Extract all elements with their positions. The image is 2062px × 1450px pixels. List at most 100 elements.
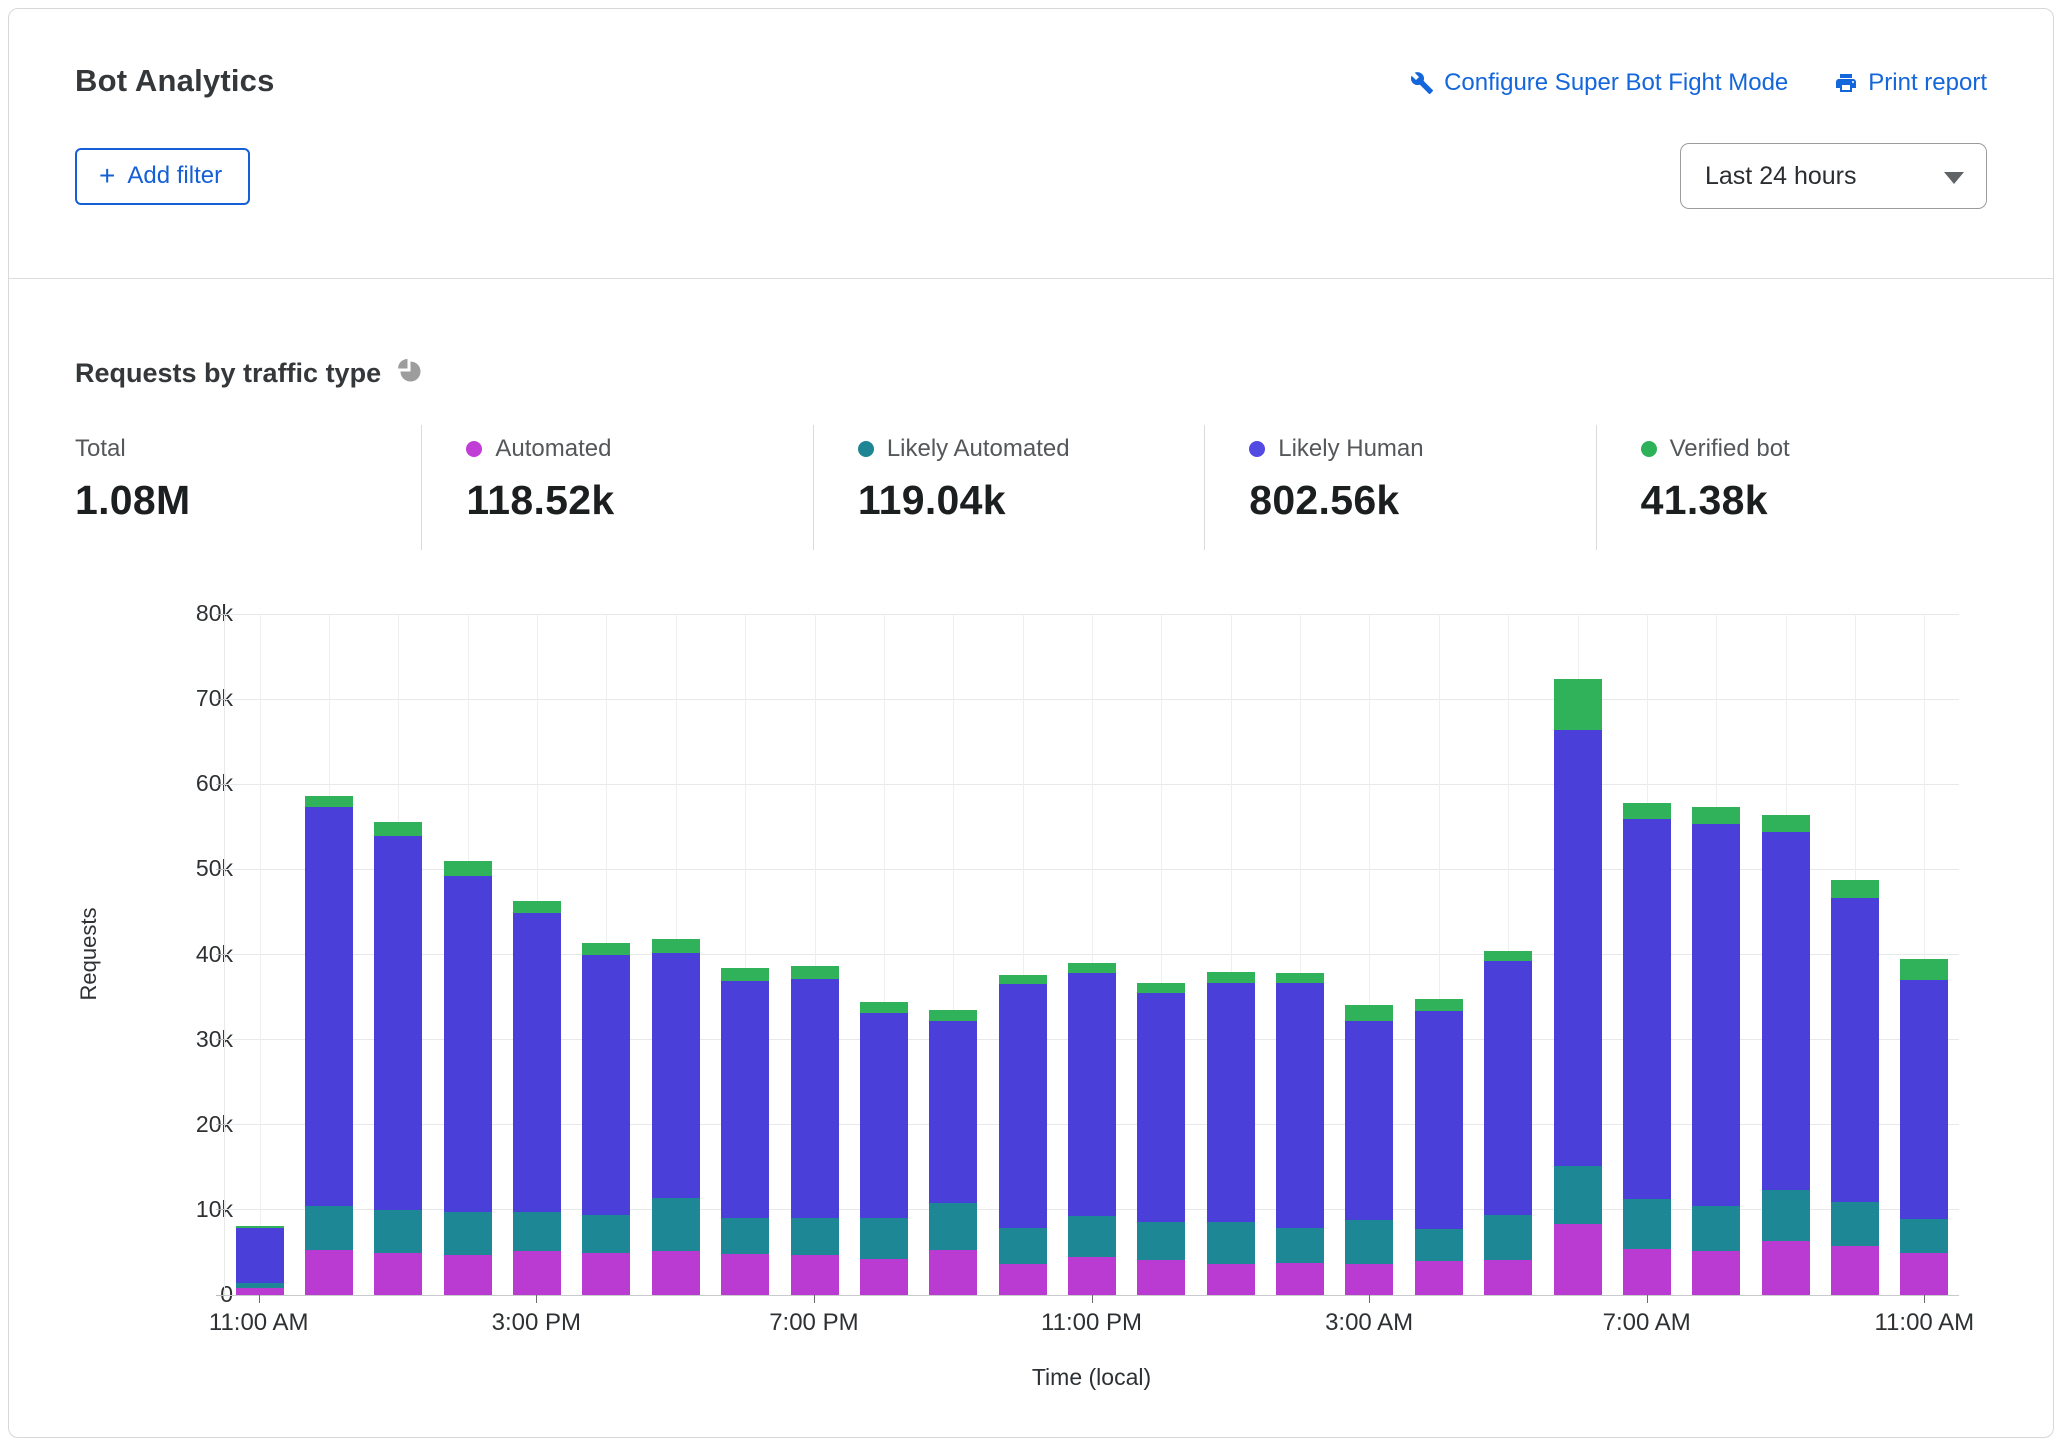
stacked-bar[interactable] [860,1002,908,1295]
bar-segment-likely-automated[interactable] [860,1218,908,1259]
bar-segment-verified-bot[interactable] [860,1002,908,1013]
bar-segment-likely-human[interactable] [1900,980,1948,1219]
bar-segment-likely-human[interactable] [1137,993,1185,1222]
bar-segment-automated[interactable] [374,1253,422,1295]
bar-segment-likely-automated[interactable] [1831,1202,1879,1245]
bar-segment-automated[interactable] [513,1251,561,1295]
bar-segment-likely-human[interactable] [1415,1011,1463,1229]
bar-segment-automated[interactable] [1276,1263,1324,1295]
bar-segment-automated[interactable] [1207,1264,1255,1295]
stacked-bar[interactable] [652,939,700,1295]
bar-segment-verified-bot[interactable] [1554,679,1602,730]
stacked-bar[interactable] [1415,999,1463,1295]
bar-segment-likely-human[interactable] [860,1013,908,1218]
bar-segment-likely-automated[interactable] [652,1198,700,1251]
stacked-bar[interactable] [305,796,353,1295]
bar-segment-automated[interactable] [1900,1253,1948,1295]
bar-segment-verified-bot[interactable] [1276,973,1324,983]
print-report-link[interactable]: Print report [1834,69,1987,97]
bar-segment-likely-automated[interactable] [1276,1228,1324,1263]
bar-segment-automated[interactable] [1137,1260,1185,1295]
bar-segment-automated[interactable] [305,1250,353,1295]
bar-segment-verified-bot[interactable] [1900,959,1948,980]
stacked-bar[interactable] [999,975,1047,1295]
stacked-bar[interactable] [1345,1005,1393,1295]
bar-segment-verified-bot[interactable] [721,968,769,981]
bar-segment-likely-automated[interactable] [582,1215,630,1253]
bar-segment-automated[interactable] [721,1254,769,1295]
bar-segment-verified-bot[interactable] [1345,1005,1393,1021]
bar-segment-automated[interactable] [1415,1261,1463,1295]
bar-segment-likely-automated[interactable] [444,1212,492,1255]
bar-segment-likely-human[interactable] [305,807,353,1205]
bar-segment-verified-bot[interactable] [1137,983,1185,993]
bar-segment-likely-automated[interactable] [1484,1215,1532,1260]
bar-segment-verified-bot[interactable] [1068,963,1116,973]
bar-segment-automated[interactable] [791,1255,839,1295]
bar-segment-verified-bot[interactable] [652,939,700,953]
bar-segment-verified-bot[interactable] [1415,999,1463,1011]
bar-segment-verified-bot[interactable] [1831,880,1879,898]
stacked-bar[interactable] [1623,803,1671,1295]
bar-segment-automated[interactable] [1623,1249,1671,1295]
bar-segment-automated[interactable] [444,1255,492,1295]
stacked-bar[interactable] [374,822,422,1295]
bar-segment-likely-human[interactable] [791,979,839,1217]
stacked-bar[interactable] [929,1010,977,1295]
bar-segment-likely-automated[interactable] [1345,1220,1393,1263]
bar-segment-likely-automated[interactable] [305,1206,353,1250]
bar-segment-likely-human[interactable] [1554,730,1602,1166]
bar-segment-likely-automated[interactable] [1415,1229,1463,1261]
bar-segment-likely-automated[interactable] [1692,1206,1740,1251]
bar-segment-verified-bot[interactable] [513,901,561,913]
bar-segment-likely-automated[interactable] [1137,1222,1185,1260]
bar-segment-likely-human[interactable] [721,981,769,1218]
bar-segment-likely-automated[interactable] [791,1218,839,1255]
bar-segment-likely-automated[interactable] [929,1203,977,1250]
bar-segment-verified-bot[interactable] [791,966,839,980]
stacked-bar[interactable] [1068,963,1116,1295]
stacked-bar[interactable] [1692,807,1740,1295]
bar-segment-likely-human[interactable] [1345,1021,1393,1220]
bar-segment-likely-human[interactable] [1068,973,1116,1216]
bar-segment-likely-automated[interactable] [1207,1222,1255,1265]
bar-segment-likely-automated[interactable] [721,1218,769,1254]
bar-segment-automated[interactable] [1484,1260,1532,1295]
bar-segment-automated[interactable] [999,1264,1047,1295]
bar-segment-verified-bot[interactable] [444,861,492,876]
bar-segment-likely-human[interactable] [582,955,630,1215]
stacked-bar[interactable] [582,943,630,1295]
bar-segment-likely-automated[interactable] [999,1228,1047,1264]
configure-super-bot-fight-mode-link[interactable]: Configure Super Bot Fight Mode [1410,69,1788,97]
stacked-bar[interactable] [1276,973,1324,1295]
bar-segment-automated[interactable] [929,1250,977,1295]
bar-segment-automated[interactable] [1831,1246,1879,1295]
bar-segment-verified-bot[interactable] [1762,815,1810,832]
bar-segment-likely-human[interactable] [1831,898,1879,1203]
bar-segment-likely-human[interactable] [999,984,1047,1227]
bar-segment-verified-bot[interactable] [582,943,630,954]
bar-segment-likely-human[interactable] [1207,983,1255,1221]
bar-segment-likely-human[interactable] [1484,961,1532,1215]
bar-segment-automated[interactable] [652,1251,700,1295]
bar-segment-likely-automated[interactable] [1554,1166,1602,1225]
stacked-bar[interactable] [1207,972,1255,1295]
bar-segment-automated[interactable] [236,1288,284,1295]
time-range-select[interactable]: Last 24 hours [1680,143,1987,209]
bar-segment-automated[interactable] [1554,1224,1602,1295]
bar-segment-likely-human[interactable] [1692,824,1740,1205]
bar-segment-likely-automated[interactable] [1623,1199,1671,1249]
bar-segment-likely-human[interactable] [236,1228,284,1283]
bar-segment-automated[interactable] [860,1259,908,1295]
stacked-bar[interactable] [1484,951,1532,1295]
bar-segment-likely-automated[interactable] [1900,1219,1948,1253]
bar-segment-likely-human[interactable] [374,836,422,1210]
stacked-bar[interactable] [1137,983,1185,1295]
stacked-bar[interactable] [1554,679,1602,1295]
bar-segment-automated[interactable] [582,1253,630,1295]
bar-segment-automated[interactable] [1345,1264,1393,1295]
bar-segment-likely-human[interactable] [513,913,561,1212]
bar-segment-likely-automated[interactable] [1068,1216,1116,1257]
stacked-bar[interactable] [1831,880,1879,1295]
bar-segment-automated[interactable] [1692,1251,1740,1295]
